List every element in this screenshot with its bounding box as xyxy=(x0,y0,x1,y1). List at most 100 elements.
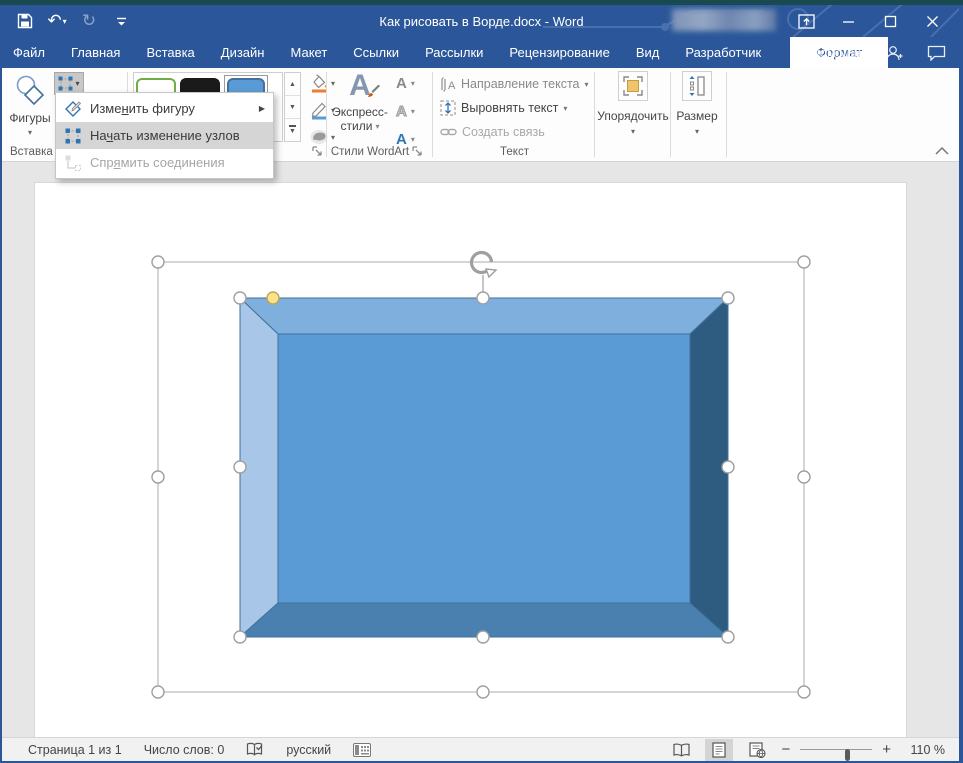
feedback-button[interactable] xyxy=(918,45,955,61)
text-fill-button[interactable]: А▾ xyxy=(396,71,430,95)
lightbulb-icon xyxy=(791,44,804,61)
size-label: Размер xyxy=(676,109,717,123)
tab-insert[interactable]: Вставка xyxy=(133,37,207,68)
rotate-handle[interactable] xyxy=(472,252,496,292)
ribbon-display-options-button[interactable] xyxy=(785,5,827,37)
quick-styles-button[interactable]: А Экспресс- стили▾ xyxy=(332,71,388,153)
brush-icon xyxy=(367,85,381,99)
account-name-redacted xyxy=(672,9,776,31)
create-link-button[interactable]: Создать связь xyxy=(440,120,590,144)
tab-design[interactable]: Дизайн xyxy=(208,37,278,68)
tab-references[interactable]: Ссылки xyxy=(340,37,412,68)
zoom-level[interactable]: 110 % xyxy=(901,743,945,757)
tabrow-right-tools: Помощн xyxy=(782,37,955,68)
tell-me-button[interactable]: Помощн xyxy=(782,44,870,61)
word-window: ↶▾ ↻ Как рисовать в Ворде.docx - Word Фа… xyxy=(0,0,963,763)
tab-home[interactable]: Главная xyxy=(58,37,133,68)
change-shape-icon xyxy=(64,101,82,117)
text-outline-button[interactable]: А▾ xyxy=(396,99,430,123)
gallery-more-button[interactable]: ▼ xyxy=(285,119,300,141)
menu-item-reroute-connectors[interactable]: Спрямить соединения xyxy=(56,149,273,176)
canvas-handle-bottom-right[interactable] xyxy=(798,686,810,698)
window-border-left xyxy=(0,5,2,763)
drawing-overlay xyxy=(2,163,959,737)
maximize-button[interactable] xyxy=(869,5,911,37)
page-indicator[interactable]: Страница 1 из 1 xyxy=(28,743,122,757)
canvas-handle-top-right[interactable] xyxy=(798,256,810,268)
shape-handle-bottom-left[interactable] xyxy=(234,631,246,643)
zoom-out-button[interactable]: − xyxy=(781,741,790,758)
chevron-down-icon: ▾ xyxy=(28,128,32,137)
tab-developer[interactable]: Разработчик xyxy=(672,37,774,68)
size-icon xyxy=(687,75,707,97)
language-indicator[interactable]: русский xyxy=(286,743,331,757)
person-add-icon xyxy=(885,45,903,61)
zoom-slider[interactable] xyxy=(800,743,872,757)
tell-me-label: Помощн xyxy=(810,45,861,60)
tab-view[interactable]: Вид xyxy=(623,37,673,68)
edit-shape-menu: Изменить фигуру ▶ Начать изменение узлов… xyxy=(55,92,274,179)
gallery-scroll-up-button[interactable]: ▲ xyxy=(285,73,300,96)
collapse-ribbon-button[interactable] xyxy=(935,147,949,155)
shape-handle-bottom-center[interactable] xyxy=(477,631,489,643)
tab-mailings[interactable]: Рассылки xyxy=(412,37,496,68)
zoom-in-button[interactable]: + xyxy=(882,741,891,758)
wordart-dialog-launcher[interactable] xyxy=(412,146,423,157)
bevel-shape[interactable] xyxy=(240,298,728,637)
bevel-center-face[interactable] xyxy=(278,334,690,603)
shape-handle-mid-left[interactable] xyxy=(234,461,246,473)
keyboard-icon[interactable] xyxy=(353,743,371,757)
read-mode-button[interactable] xyxy=(667,739,695,761)
gallery-scroll-buttons: ▲ ▼ ▼ xyxy=(284,72,301,142)
minimize-button[interactable] xyxy=(827,5,869,37)
print-layout-button[interactable] xyxy=(705,739,733,761)
wordart-group-label: Стили WordArt xyxy=(328,146,412,158)
svg-text:A: A xyxy=(448,80,456,92)
tab-layout[interactable]: Макет xyxy=(277,37,340,68)
shape-handle-bottom-right[interactable] xyxy=(722,631,734,643)
canvas-handle-bottom-left[interactable] xyxy=(152,686,164,698)
canvas-handle-top-left[interactable] xyxy=(152,256,164,268)
arrange-button[interactable]: Упорядочить ▾ xyxy=(602,71,664,136)
canvas-handle-mid-right[interactable] xyxy=(798,471,810,483)
web-layout-icon xyxy=(749,742,766,758)
proofing-icon[interactable] xyxy=(246,742,264,757)
text-direction-button[interactable]: A Направление текста ▾ xyxy=(440,72,590,96)
insert-shapes-button[interactable]: Фигуры ▾ xyxy=(8,71,52,153)
gallery-scroll-down-button[interactable]: ▼ xyxy=(285,96,300,119)
word-count[interactable]: Число слов: 0 xyxy=(144,743,225,757)
shape-handle-mid-right[interactable] xyxy=(722,461,734,473)
align-text-label: Выровнять текст xyxy=(461,101,558,115)
shape-styles-dialog-launcher[interactable] xyxy=(312,146,323,157)
align-text-button[interactable]: Выровнять текст ▾ xyxy=(440,96,590,120)
tab-file[interactable]: Файл xyxy=(0,37,58,68)
group-separator xyxy=(432,72,433,157)
tab-review[interactable]: Рецензирование xyxy=(496,37,622,68)
text-effects-icon: А xyxy=(396,131,407,148)
size-button[interactable]: Размер ▾ xyxy=(674,71,720,136)
shape-handle-top-left[interactable] xyxy=(234,292,246,304)
zoom-slider-thumb[interactable] xyxy=(845,749,850,761)
group-separator xyxy=(326,72,327,157)
canvas-handle-mid-left[interactable] xyxy=(152,471,164,483)
shape-handle-top-center[interactable] xyxy=(477,292,489,304)
print-layout-icon xyxy=(712,742,726,758)
status-left: Страница 1 из 1 Число слов: 0 русский xyxy=(0,742,371,757)
chevron-down-icon: ▾ xyxy=(75,79,79,88)
text-outline-icon: А xyxy=(396,103,407,120)
chevron-down-icon: ▾ xyxy=(411,135,415,144)
shape-adjustment-handle[interactable] xyxy=(267,292,279,304)
chevron-down-icon: ▾ xyxy=(375,122,379,131)
web-layout-button[interactable] xyxy=(743,739,771,761)
shape-handle-top-right[interactable] xyxy=(722,292,734,304)
share-button[interactable] xyxy=(876,45,912,61)
menu-item-edit-points[interactable]: Начать изменение узлов xyxy=(56,122,273,149)
group-separator xyxy=(594,72,595,157)
shapes-icon xyxy=(13,75,47,105)
menu-item-change-shape[interactable]: Изменить фигуру ▶ xyxy=(56,95,273,122)
canvas-handle-bottom-center[interactable] xyxy=(477,686,489,698)
close-button[interactable] xyxy=(911,5,953,37)
ribbon-tab-row: Файл Главная Вставка Дизайн Макет Ссылки… xyxy=(0,37,963,68)
window-controls xyxy=(785,5,953,37)
status-bar: Страница 1 из 1 Число слов: 0 русский xyxy=(0,737,963,761)
